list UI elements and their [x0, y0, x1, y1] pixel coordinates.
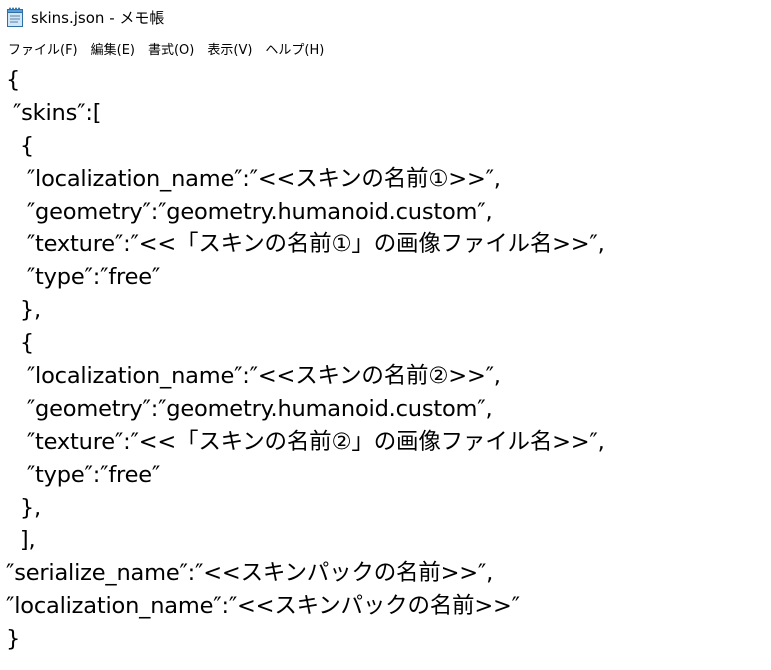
title-bar-controls[interactable] [725, 0, 771, 34]
editor-line: { [6, 132, 35, 159]
menu-help[interactable]: ヘルプ(H) [259, 37, 330, 60]
editor-line: } [6, 626, 21, 653]
editor-content[interactable]: { ″skins″:[ { ″localization_name″:″<<スキン… [6, 64, 605, 656]
notepad-icon[interactable] [6, 6, 24, 28]
editor-line: ″geometry″:″geometry.humanoid.custom″, [6, 198, 493, 225]
menu-view[interactable]: 表示(V) [201, 37, 258, 60]
window-title: skins.json - メモ帳 [31, 8, 165, 27]
editor-line: ″localization_name″:″<<スキンパックの名前>>″ [6, 593, 520, 620]
menu-bar: ファイル(F) 編集(E) 書式(O) 表示(V) ヘルプ(H) [0, 34, 771, 62]
editor-line: ″geometry″:″geometry.humanoid.custom″, [6, 395, 493, 422]
editor-line: ″localization_name″:″<<スキンの名前②>>″, [6, 363, 501, 390]
menu-edit[interactable]: 編集(E) [85, 37, 141, 60]
editor-line: ″skins″:[ [6, 99, 102, 126]
menu-file[interactable]: ファイル(F) [2, 37, 84, 60]
editor-line: }, [6, 297, 41, 324]
editor-line: ″type″:″free″ [6, 264, 161, 291]
editor-line: ″localization_name″:″<<スキンの名前①>>″, [6, 165, 501, 192]
menu-format[interactable]: 書式(O) [142, 37, 200, 60]
editor-line: ″texture″:″<<「スキンの名前②」の画像ファイル名>>″, [6, 428, 605, 455]
notepad-window: skins.json - メモ帳 ファイル(F) 編集(E) 書式(O) 表示(… [0, 0, 771, 670]
editor-line: ], [6, 527, 36, 554]
editor-line: }, [6, 494, 41, 521]
editor-line: { [6, 330, 35, 357]
editor-line: ″serialize_name″:″<<スキンパックの名前>>″, [6, 560, 494, 587]
editor-line: { [6, 67, 21, 93]
editor-line: ″texture″:″<<「スキンの名前①」の画像ファイル名>>″, [6, 231, 605, 258]
title-bar[interactable]: skins.json - メモ帳 [0, 0, 771, 34]
editor-line: ″type″:″free″ [6, 461, 161, 488]
text-editor[interactable]: { ″skins″:[ { ″localization_name″:″<<スキン… [0, 62, 771, 670]
